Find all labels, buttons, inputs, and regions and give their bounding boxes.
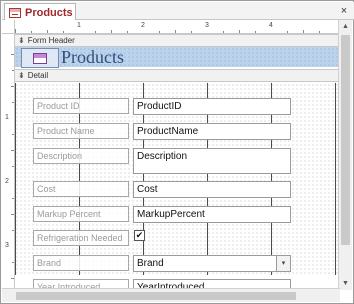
label-markup-percent[interactable]: Markup Percent [33,206,129,222]
form-logo-glyph [33,52,47,64]
textbox-year-introduced[interactable]: YearIntroduced [133,279,291,288]
scrollbar-thumb[interactable] [16,292,296,300]
label-cost[interactable]: Cost [33,181,129,197]
scroll-down-icon[interactable]: ▼ [339,277,352,290]
document-tab-strip: Products × [2,2,354,21]
textbox-markup-percent[interactable]: MarkupPercent [133,206,291,223]
ruler-number: 1 [77,22,81,29]
checkbox-refrigeration-needed[interactable]: ✔ [134,230,145,241]
combobox-value: Brand [137,258,164,269]
vertical-scrollbar[interactable]: ▲ ▼ [338,20,352,290]
textbox-product-id[interactable]: ProductID [133,98,291,115]
section-title: Form Header [27,36,75,45]
horizontal-ruler[interactable]: 1 2 3 4 [15,20,339,34]
tab-label: Products [25,6,73,19]
ruler-corner[interactable] [2,20,15,34]
combobox-brand[interactable]: Brand ▾ [133,255,291,272]
textbox-product-name[interactable]: ProductName [133,123,291,140]
label-description[interactable]: Description [33,148,129,164]
ruler-number: 1 [5,114,9,121]
ruler-number: 3 [205,22,209,29]
textbox-description[interactable]: Description [133,148,291,174]
form-logo-icon[interactable] [21,48,59,68]
section-title: Detail [27,71,49,80]
form-title[interactable]: Products [61,46,131,69]
ruler-number: 2 [5,178,9,185]
scroll-up-icon[interactable]: ▲ [339,20,352,33]
ruler-number: 4 [269,22,273,29]
detail-section-bar[interactable]: ⇟ Detail [15,69,339,82]
form-icon [9,7,21,18]
label-refrigeration-needed[interactable]: Refrigeration Needed [33,230,129,246]
label-product-name[interactable]: Product Name [33,123,129,139]
ruler-number: 3 [5,242,9,249]
vertical-ruler[interactable]: 1 2 3 [2,34,15,290]
section-marker-icon: ⇟ [18,71,25,80]
ruler-tick [11,278,14,279]
tab-products[interactable]: Products [4,3,76,21]
label-brand[interactable]: Brand [33,255,129,271]
form-design-window: Products × 1 2 3 4 1 2 3 ⇟ Form Header P… [0,0,354,304]
label-product-id[interactable]: Product ID [33,98,129,114]
close-icon[interactable]: × [337,4,351,18]
chevron-down-icon[interactable]: ▾ [276,256,290,271]
scrollbar-thumb[interactable] [341,35,350,245]
horizontal-scrollbar[interactable] [2,288,340,302]
ruler-number: 2 [141,22,145,29]
section-marker-icon: ⇟ [18,36,25,45]
textbox-cost[interactable]: Cost [133,181,291,198]
